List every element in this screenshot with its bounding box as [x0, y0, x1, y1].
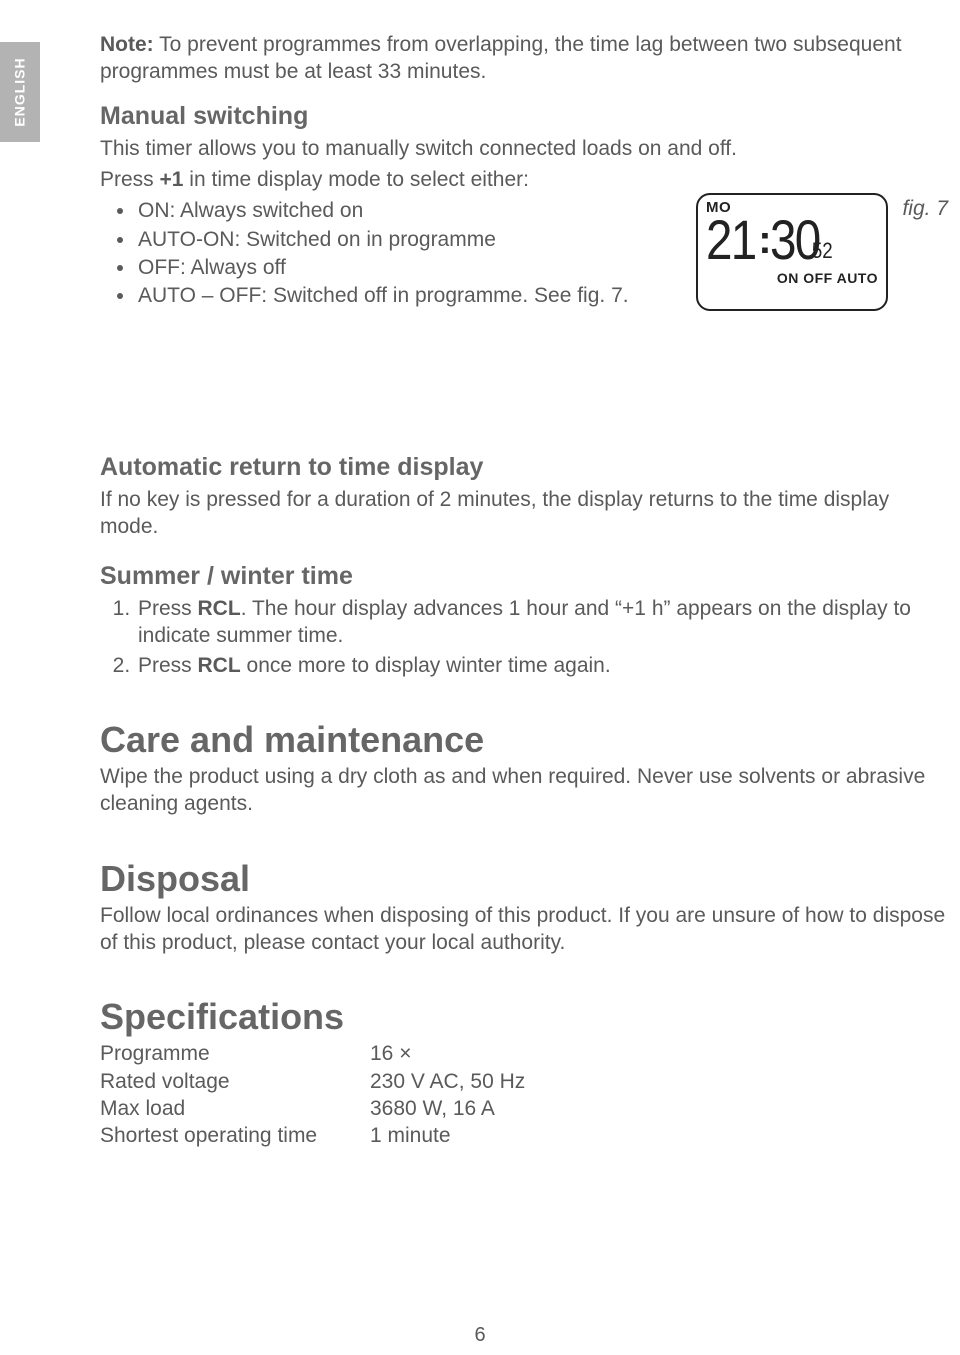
spec-key: Rated voltage	[100, 1068, 370, 1095]
spec-row: Shortest operating time 1 minute	[100, 1122, 948, 1149]
manual-switching-press: Press +1 in time display mode to select …	[100, 166, 948, 193]
heading-auto-return: Automatic return to time display	[100, 453, 948, 482]
disposal-text: Follow local ordinances when disposing o…	[100, 902, 948, 957]
heading-specs: Specifications	[100, 996, 948, 1038]
language-tab-label: ENGLISH	[12, 57, 28, 126]
care-text: Wipe the product using a dry cloth as an…	[100, 763, 948, 818]
step1-pre: Press	[138, 597, 198, 620]
auto-return-text: If no key is pressed for a duration of 2…	[100, 486, 948, 541]
summer-winter-steps: Press RCL. The hour display advances 1 h…	[100, 595, 948, 679]
lcd-hours: 21	[706, 212, 756, 268]
spec-key: Shortest operating time	[100, 1122, 370, 1149]
step1-post: . The hour display advances 1 hour and “…	[138, 597, 911, 647]
list-item: Press RCL. The hour display advances 1 h…	[136, 595, 948, 650]
note-text: To prevent programmes from overlapping, …	[100, 33, 902, 83]
spec-val: 16 ×	[370, 1040, 948, 1067]
page-number: 6	[0, 1324, 960, 1347]
note-paragraph: Note: To prevent programmes from overlap…	[100, 31, 948, 86]
list-item: Press RCL once more to display winter ti…	[136, 652, 948, 679]
spec-row: Programme 16 ×	[100, 1040, 948, 1067]
figure-7-label: fig. 7	[902, 197, 948, 221]
heading-manual-switching: Manual switching	[100, 102, 948, 131]
step2-pre: Press	[138, 654, 198, 677]
lcd-modes: ON OFF AUTO	[706, 270, 878, 286]
note-bold: Note:	[100, 33, 154, 56]
lcd-time: 21 : 30 52	[706, 212, 878, 268]
note-label: Note: To prevent programmes from overlap…	[100, 33, 902, 83]
press-pre: Press	[100, 168, 160, 191]
spec-key: Programme	[100, 1040, 370, 1067]
spec-val: 1 minute	[370, 1122, 948, 1149]
spec-key: Max load	[100, 1095, 370, 1122]
spacer	[100, 319, 948, 439]
step2-post: once more to display winter time again.	[241, 654, 611, 677]
step1-key: RCL	[198, 597, 241, 620]
language-tab: ENGLISH	[0, 42, 40, 142]
page: ENGLISH Note: To prevent programmes from…	[0, 0, 960, 1355]
spec-val: 3680 W, 16 A	[370, 1095, 948, 1122]
figure-7-wrap: ON: Always switched on AUTO-ON: Switched…	[100, 197, 948, 438]
spec-row: Rated voltage 230 V AC, 50 Hz	[100, 1068, 948, 1095]
spec-row: Max load 3680 W, 16 A	[100, 1095, 948, 1122]
press-post: in time display mode to select either:	[183, 168, 529, 191]
manual-switching-intro: This timer allows you to manually switch…	[100, 135, 948, 162]
spec-val: 230 V AC, 50 Hz	[370, 1068, 948, 1095]
step2-key: RCL	[198, 654, 241, 677]
heading-care: Care and maintenance	[100, 719, 948, 761]
heading-disposal: Disposal	[100, 858, 948, 900]
press-key: +1	[160, 168, 184, 191]
lcd-display: MO 21 : 30 52 ON OFF AUTO	[696, 193, 888, 311]
heading-summer-winter: Summer / winter time	[100, 562, 948, 591]
lcd-seconds: 52	[812, 240, 833, 262]
